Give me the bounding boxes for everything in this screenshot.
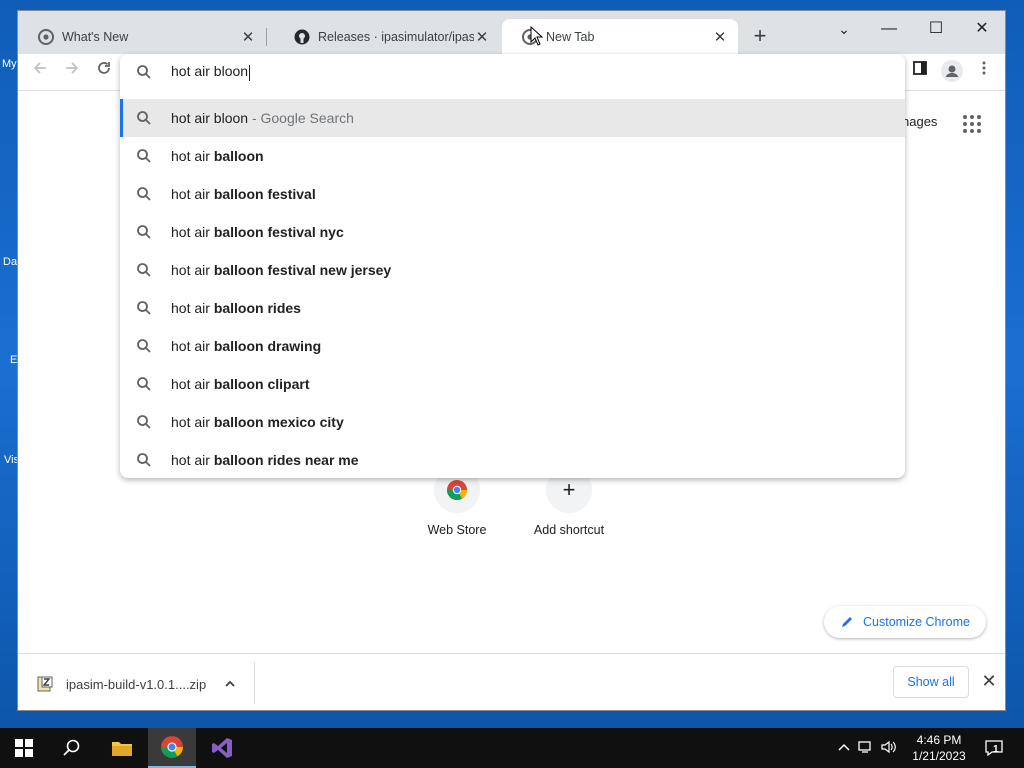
pencil-icon xyxy=(842,617,852,627)
maximize-button[interactable]: ☐ xyxy=(918,15,954,43)
address-input[interactable]: hot air bloon xyxy=(171,63,251,81)
network-icon[interactable] xyxy=(858,740,874,757)
desktop-icon-label[interactable]: Da xyxy=(3,256,17,268)
suggestion-google-search[interactable]: hot air bloon - Google Search xyxy=(120,99,905,137)
chevron-up-icon[interactable] xyxy=(838,741,850,755)
chrome-taskbar-button[interactable] xyxy=(148,728,196,768)
suggestion-text: hot air balloon mexico city xyxy=(171,414,344,430)
clock[interactable]: 4:46 PM 1/21/2023 xyxy=(906,732,972,764)
text-cursor xyxy=(249,64,251,81)
tab-close-icon[interactable]: ✕ xyxy=(240,28,256,46)
tab-whats-new[interactable]: What's New ✕ xyxy=(18,19,266,54)
suggestion-text: hot air balloon rides near me xyxy=(171,452,359,468)
reload-icon[interactable] xyxy=(92,60,116,84)
search-icon xyxy=(137,301,151,315)
github-icon xyxy=(294,29,310,44)
tab-search-button[interactable]: ⌄ xyxy=(826,15,862,43)
file-explorer-button[interactable] xyxy=(98,728,146,768)
download-bar: ipasim-build-v1.0.1....zip Show all ✕ xyxy=(18,653,1005,710)
clock-time: 4:46 PM xyxy=(916,733,962,747)
search-icon xyxy=(137,149,151,163)
close-download-bar-icon[interactable]: ✕ xyxy=(978,670,1000,692)
suggestion-item[interactable]: hot air balloon rides xyxy=(120,289,905,327)
search-icon xyxy=(137,225,151,239)
suggestion-item[interactable]: hot air balloon festival nyc xyxy=(120,213,905,251)
search-icon xyxy=(137,415,151,429)
close-window-button[interactable]: ✕ xyxy=(964,15,1000,43)
suggestion-text: hot air bloon - Google Search xyxy=(171,110,354,126)
search-icon xyxy=(137,453,151,467)
folder-icon xyxy=(112,742,132,756)
customize-chrome-button[interactable]: Customize Chrome xyxy=(824,606,986,638)
apps-grid-icon[interactable] xyxy=(962,114,982,134)
tab-title: What's New xyxy=(62,29,129,44)
search-icon xyxy=(137,377,151,391)
download-divider xyxy=(254,662,255,704)
chrome-icon xyxy=(38,28,54,45)
notification-center-button[interactable]: 1 xyxy=(984,728,1004,768)
side-panel-icon[interactable] xyxy=(908,60,932,84)
search-icon xyxy=(137,111,151,125)
images-link[interactable]: nages xyxy=(902,114,937,129)
visual-studio-icon xyxy=(212,738,232,758)
chevron-up-icon[interactable] xyxy=(224,678,236,690)
suggestion-text: hot air balloon festival new jersey xyxy=(171,262,392,278)
taskbar: 4:46 PM 1/21/2023 1 xyxy=(0,728,1024,768)
forward-icon[interactable] xyxy=(60,60,84,84)
search-icon xyxy=(137,187,151,201)
shortcut-label: Add shortcut xyxy=(533,523,605,537)
suggestion-item[interactable]: hot air balloon festival xyxy=(120,175,905,213)
volume-icon[interactable] xyxy=(881,740,897,757)
show-all-button[interactable]: Show all xyxy=(893,666,969,698)
chrome-window: What's New ✕ Releases · ipasimulator/ipa… xyxy=(17,10,1006,711)
shortcut-label: Web Store xyxy=(427,523,487,537)
tab-title: New Tab xyxy=(546,29,595,44)
suggestion-item[interactable]: hot air balloon festival new jersey xyxy=(120,251,905,289)
desktop-icon-label[interactable]: My xyxy=(2,58,17,70)
suggestion-text: hot air balloon clipart xyxy=(171,376,310,392)
start-button[interactable] xyxy=(0,728,48,768)
suggestion-text: hot air balloon festival xyxy=(171,186,316,202)
search-icon xyxy=(137,263,151,277)
tab-releases[interactable]: Releases · ipasimulator/ipasim · G ✕ xyxy=(274,19,500,54)
search-button[interactable] xyxy=(48,728,96,768)
suggestion-item[interactable]: hot air balloon xyxy=(120,137,905,175)
download-filename: ipasim-build-v1.0.1....zip xyxy=(66,676,207,692)
tab-divider xyxy=(266,28,267,46)
suggestion-text: hot air balloon festival nyc xyxy=(171,224,344,240)
search-icon xyxy=(137,339,151,353)
suggestion-item[interactable]: hot air balloon drawing xyxy=(120,327,905,365)
back-icon[interactable] xyxy=(28,60,52,84)
tab-strip: What's New ✕ Releases · ipasimulator/ipa… xyxy=(18,11,1005,54)
windows-logo-icon xyxy=(15,739,33,757)
search-icon xyxy=(137,65,151,79)
search-icon xyxy=(63,739,80,756)
menu-icon[interactable] xyxy=(972,60,996,84)
address-bar[interactable]: hot air bloon xyxy=(120,54,905,90)
customize-label: Customize Chrome xyxy=(863,615,970,629)
suggestion-text: hot air balloon xyxy=(171,148,264,164)
clock-date: 1/21/2023 xyxy=(912,749,966,763)
suggestion-text: hot air balloon rides xyxy=(171,300,301,316)
chrome-icon xyxy=(161,736,183,758)
suggestion-text: hot air balloon drawing xyxy=(171,338,322,354)
tab-close-icon[interactable]: ✕ xyxy=(712,28,728,46)
zip-file-icon xyxy=(37,676,53,692)
new-tab-button[interactable]: + xyxy=(749,25,771,47)
suggestion-item[interactable]: hot air balloon mexico city xyxy=(120,403,905,441)
visual-studio-button[interactable] xyxy=(198,728,246,768)
minimize-button[interactable]: — xyxy=(871,15,907,43)
suggestion-item[interactable]: hot air balloon rides near me xyxy=(120,441,905,479)
suggestion-item[interactable]: hot air balloon clipart xyxy=(120,365,905,403)
tab-close-icon[interactable]: ✕ xyxy=(474,28,490,46)
system-tray xyxy=(838,728,897,768)
tab-title: Releases · ipasimulator/ipasim · G xyxy=(318,29,474,44)
download-item[interactable]: ipasim-build-v1.0.1....zip xyxy=(36,672,236,696)
omnibox-dropdown: hot air bloon hot air bloon - Google Sea… xyxy=(120,54,905,478)
profile-avatar-icon[interactable] xyxy=(940,60,964,84)
notification-count: 1 xyxy=(993,744,999,755)
mouse-cursor-icon xyxy=(530,26,544,46)
